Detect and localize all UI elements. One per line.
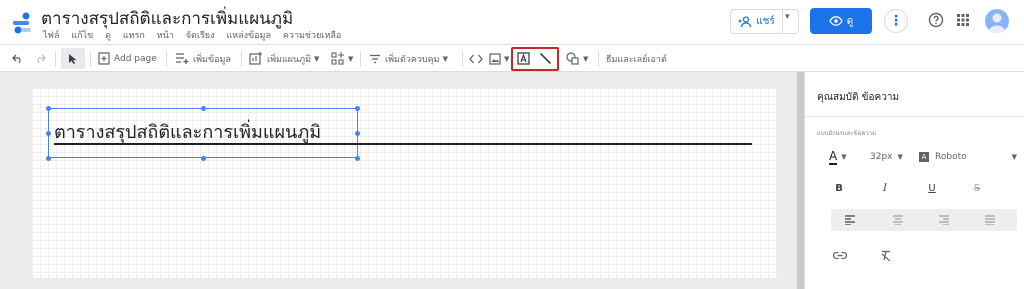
theme-layout-label: ธีมและเลย์เอาต์ — [606, 54, 667, 65]
font-family-icon: A — [919, 152, 929, 162]
add-data-button[interactable]: เพิ่มข้อมูล — [175, 45, 231, 72]
add-chart-label: เพิ่มแผนภูมิ — [267, 54, 312, 65]
text-style-row: B I U S — [827, 180, 1017, 196]
underline-button[interactable]: U — [924, 180, 940, 196]
image-icon — [489, 52, 501, 65]
font-family-select[interactable]: A Roboto ▼ — [919, 148, 1017, 166]
add-component-button[interactable]: ▼ — [331, 45, 353, 72]
add-person-icon — [738, 15, 752, 27]
text-color-dropdown-icon: ▼ — [841, 153, 847, 161]
add-chart-icon — [249, 52, 262, 65]
add-page-icon — [98, 52, 110, 65]
shape-icon — [566, 52, 579, 65]
add-page-button[interactable]: Add page — [98, 45, 157, 72]
properties-panel: คุณสมบัติ ข้อความ แบบอักษรและข้อความ A ▼… — [804, 72, 1024, 289]
share-dropdown-icon[interactable]: ▾ — [785, 12, 790, 22]
add-chart-button[interactable]: เพิ่มแผนภูมิ ▼ — [249, 45, 319, 72]
font-size-select[interactable]: 32px ▼ — [870, 148, 903, 166]
panel-title: คุณสมบัติ ข้อความ — [817, 92, 900, 103]
font-family-dropdown-icon: ▼ — [1011, 153, 1017, 161]
resize-handle[interactable] — [355, 131, 360, 136]
share-label: แชร์ — [756, 16, 775, 27]
person-icon — [988, 13, 1006, 33]
menu-arrange[interactable]: จัดเรียง — [186, 31, 215, 41]
filter-icon — [370, 54, 380, 63]
text-color-button[interactable]: A ▼ — [829, 148, 847, 166]
report-title-text[interactable]: ตารางสรุปสถิติและการเพิ่มแผนภูมิ — [54, 117, 321, 146]
add-component-dropdown-icon: ▼ — [348, 54, 354, 63]
add-page-label: Add page — [114, 53, 157, 64]
canvas-workspace: ตารางสรุปสถิติและการเพิ่มแผนภูมิ — [0, 72, 804, 289]
font-family-value: Roboto — [935, 152, 967, 162]
line-icon[interactable] — [539, 45, 552, 72]
resize-handle[interactable] — [201, 106, 206, 111]
menu-insert[interactable]: แทรก — [123, 31, 145, 41]
add-filter-dropdown-icon: ▼ — [442, 54, 448, 63]
eye-icon — [829, 16, 843, 26]
menu-resource[interactable]: แหล่งข้อมูล — [226, 31, 271, 41]
bold-button[interactable]: B — [831, 180, 847, 196]
share-main[interactable]: แชร์ — [731, 10, 783, 33]
redo-icon[interactable] — [34, 45, 46, 72]
link-icon[interactable] — [833, 251, 847, 260]
view-label: ดู — [846, 15, 854, 27]
text-color-icon: A — [829, 148, 838, 165]
resize-handle[interactable] — [46, 156, 51, 161]
resize-handle[interactable] — [46, 131, 51, 136]
add-filter-label: เพิ่มตัวควบคุม — [385, 54, 440, 65]
align-center-icon[interactable] — [893, 215, 903, 225]
text-box-icon[interactable] — [517, 45, 530, 72]
resize-handle[interactable] — [46, 106, 51, 111]
font-size-value: 32px — [870, 152, 893, 162]
user-avatar[interactable] — [985, 9, 1009, 33]
vertical-scrollbar[interactable] — [797, 72, 804, 289]
select-cursor-icon[interactable] — [68, 45, 78, 72]
menu-view[interactable]: ดู — [105, 31, 111, 41]
add-filter-button[interactable]: เพิ่มตัวควบคุม ▼ — [369, 45, 448, 72]
alignment-row — [831, 209, 1017, 231]
add-data-icon — [176, 53, 189, 64]
menu-file[interactable]: ไฟล์ — [43, 31, 59, 41]
horizontal-line[interactable] — [54, 143, 752, 145]
menu-bar: ไฟล์ แก้ไข ดู แทรก หน้า จัดเรียง แหล่งข้… — [43, 28, 350, 42]
shape-dropdown-icon: ▼ — [583, 54, 589, 63]
editor-toolbar: Add page เพิ่มข้อมูล เพิ่มแผนภูมิ ▼ ▼ เพ… — [0, 44, 1024, 72]
font-settings-row: A ▼ 32px ▼ A Roboto ▼ — [817, 148, 1017, 168]
apps-grid-icon[interactable] — [957, 14, 969, 26]
align-justify-icon[interactable] — [985, 215, 995, 225]
app-header: ตารางสรุปสถิติและการเพิ่มแผนภูมิ ไฟล์ แก… — [0, 0, 1024, 44]
add-data-label: เพิ่มข้อมูล — [193, 54, 231, 65]
add-component-icon — [331, 52, 344, 65]
strikethrough-button[interactable]: S — [969, 180, 985, 196]
panel-subtitle: แบบอักษรและข้อความ — [817, 130, 877, 137]
align-right-icon[interactable] — [939, 215, 949, 225]
data-studio-logo-icon[interactable] — [12, 12, 32, 34]
report-page[interactable]: ตารางสรุปสถิติและการเพิ่มแผนภูมิ — [32, 88, 777, 278]
align-left-icon[interactable] — [845, 215, 855, 225]
panel-divider — [805, 116, 1024, 117]
undo-icon[interactable] — [12, 45, 24, 72]
more-options-icon[interactable]: ⋮ — [884, 9, 908, 33]
link-row — [827, 248, 907, 264]
view-button[interactable]: ดู — [810, 8, 872, 34]
resize-handle[interactable] — [201, 156, 206, 161]
menu-edit[interactable]: แก้ไข — [71, 31, 93, 41]
menu-help[interactable]: ความช่วยเหลือ — [283, 31, 341, 41]
share-button[interactable]: แชร์ ▾ — [730, 9, 799, 34]
resize-handle[interactable] — [355, 156, 360, 161]
embed-code-icon[interactable] — [469, 45, 483, 72]
font-size-dropdown-icon: ▼ — [897, 153, 903, 161]
italic-button[interactable]: I — [877, 180, 893, 196]
image-dropdown-icon: ▼ — [504, 54, 510, 63]
theme-layout-button[interactable]: ธีมและเลย์เอาต์ — [606, 45, 667, 72]
menu-page[interactable]: หน้า — [157, 31, 174, 41]
add-chart-dropdown-icon: ▼ — [314, 54, 320, 63]
resize-handle[interactable] — [355, 106, 360, 111]
clear-format-icon[interactable] — [881, 250, 891, 261]
help-icon[interactable] — [928, 12, 944, 28]
shape-button[interactable]: ▼ — [566, 45, 588, 72]
image-button[interactable]: ▼ — [489, 45, 509, 72]
